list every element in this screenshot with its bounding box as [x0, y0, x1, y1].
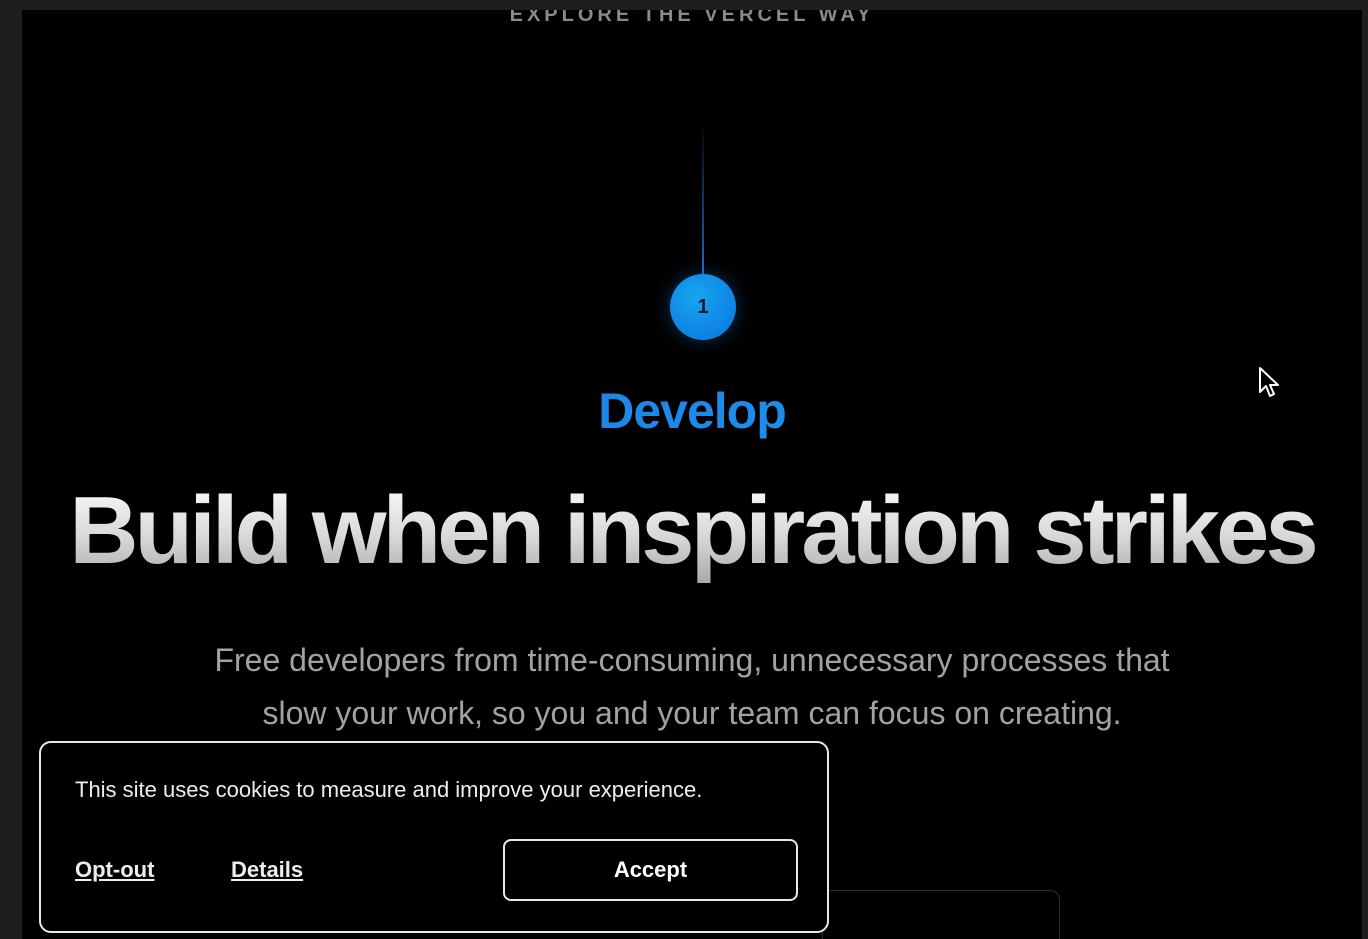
mouse-pointer-icon [1259, 367, 1279, 397]
page-headline: Build when inspiration strikes [22, 478, 1362, 584]
accept-button[interactable]: Accept [503, 839, 798, 901]
timeline-line [702, 120, 704, 288]
section-description: Free developers from time-consuming, unn… [172, 634, 1212, 740]
step-number-badge: 1 [670, 274, 736, 340]
content-card-edge [822, 890, 1060, 939]
description-line-2: slow your work, so you and your team can… [262, 695, 1122, 731]
opt-out-link[interactable]: Opt-out [75, 857, 154, 883]
details-link[interactable]: Details [231, 857, 303, 883]
step-label: Develop [22, 382, 1362, 440]
description-line-1: Free developers from time-consuming, unn… [214, 642, 1170, 678]
section-eyebrow: EXPLORE THE VERCEL WAY [509, 10, 875, 26]
cookie-message: This site uses cookies to measure and im… [75, 777, 703, 802]
cookie-banner: This site uses cookies to measure and im… [39, 741, 829, 933]
